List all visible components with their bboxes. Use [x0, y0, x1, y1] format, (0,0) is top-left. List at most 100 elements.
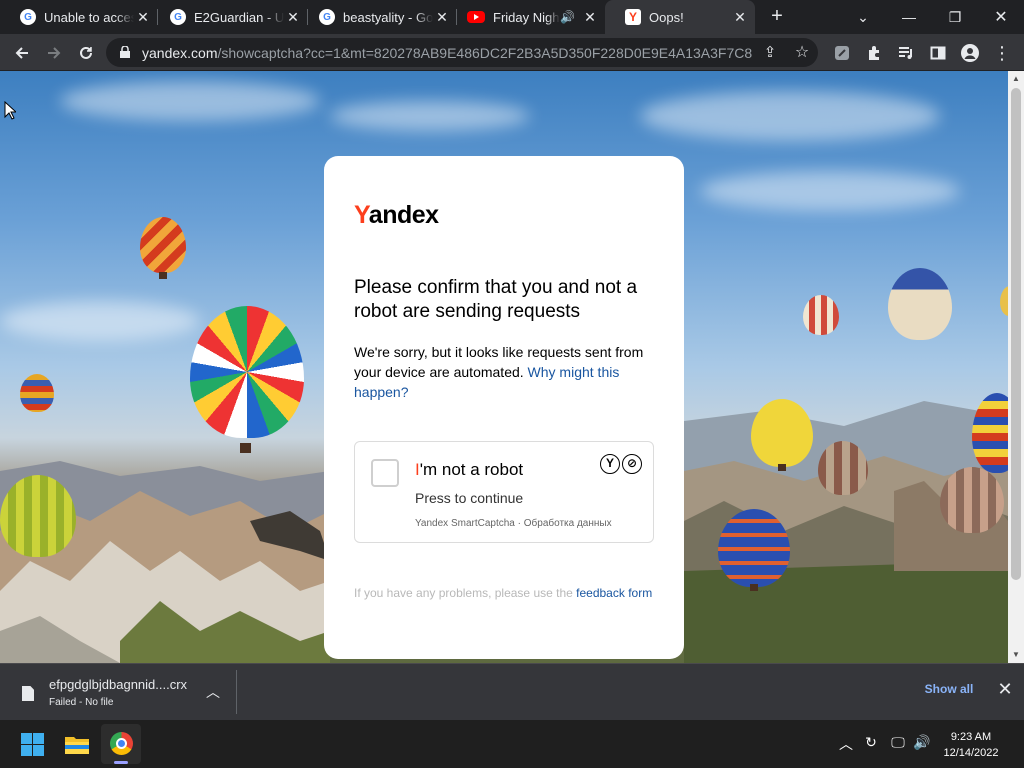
- hot-air-balloon: [940, 467, 1004, 533]
- balloon-basket: [159, 272, 167, 279]
- balloon-basket: [240, 443, 251, 453]
- hot-air-balloon: [190, 306, 304, 438]
- smartcaptcha-widget[interactable]: I'm not a robot Press to continue Yandex…: [354, 441, 654, 543]
- scroll-up-arrow-icon[interactable]: ▲: [1008, 71, 1024, 87]
- puzzle-icon: [869, 46, 879, 60]
- show-all-button[interactable]: Show all: [914, 682, 984, 696]
- extension-badge-icon: [835, 46, 849, 60]
- feedback-form-link[interactable]: feedback form: [576, 586, 652, 600]
- bookmark-star-icon[interactable]: ☆: [788, 38, 816, 66]
- media-control-icon[interactable]: [892, 39, 920, 67]
- cloud: [330, 101, 530, 131]
- hot-air-balloon: [718, 509, 790, 587]
- more-menu-icon[interactable]: ⋮: [988, 39, 1016, 67]
- tab-title: E2Guardian - Ur: [194, 9, 284, 25]
- hot-air-balloon: [818, 441, 868, 495]
- url-domain: yandex.com: [142, 44, 218, 61]
- close-tab-icon[interactable]: ✕: [581, 9, 599, 26]
- close-download-bar-icon[interactable]: ✕: [994, 679, 1016, 700]
- captcha-card: Yandex Please confirm that you and not a…: [324, 156, 684, 659]
- profile-avatar-icon[interactable]: [956, 39, 984, 67]
- clock-date: 12/14/2022: [943, 747, 999, 759]
- hot-air-balloon: [20, 374, 54, 412]
- lock-icon[interactable]: [120, 46, 130, 58]
- not-a-robot-label[interactable]: I'm not a robot: [415, 460, 523, 480]
- tab-search[interactable]: G beastyality - Go ✕: [299, 0, 457, 34]
- google-icon: G: [20, 9, 36, 25]
- balloon-basket: [778, 464, 786, 471]
- download-bar: efpgdglbjdbagnnid....crx Failed - No fil…: [0, 663, 1024, 720]
- cloud: [700, 171, 960, 211]
- not-a-robot-checkbox[interactable]: [371, 459, 399, 487]
- download-status: Failed - No file: [49, 697, 114, 708]
- windows-start-icon[interactable]: [21, 733, 44, 756]
- tab-oops[interactable]: Y Oops! ✕: [605, 0, 755, 34]
- tab-title: Friday Nigh: [493, 9, 560, 25]
- close-window-button[interactable]: ✕: [978, 0, 1024, 34]
- new-tab-button[interactable]: +: [765, 4, 789, 28]
- playlist-icon: [899, 47, 912, 59]
- scrollbar-thumb[interactable]: [1011, 88, 1021, 580]
- scroll-down-arrow-icon[interactable]: ▼: [1008, 647, 1024, 663]
- tab-e2guardian[interactable]: G E2Guardian - Ur ✕: [150, 0, 308, 34]
- side-panel-icon[interactable]: [924, 39, 952, 67]
- share-icon[interactable]: ⇪: [756, 38, 784, 66]
- forward-button[interactable]: [40, 39, 68, 67]
- browser-toolbar: yandex.com/showcaptcha?cc=1&mt=820278AB9…: [0, 34, 1024, 71]
- mouse-cursor-icon: [4, 101, 16, 120]
- network-icon[interactable]: 🖵: [888, 734, 908, 751]
- smartcaptcha-data-processing-link[interactable]: Yandex SmartCaptcha · Обработка данных: [415, 518, 612, 529]
- extensions-puzzle-icon[interactable]: [860, 39, 888, 67]
- tab-strip: G Unable to access ✕ G E2Guardian - Ur ✕…: [0, 0, 1024, 34]
- hot-air-balloon: [888, 268, 952, 340]
- hot-air-balloon: [1000, 286, 1008, 316]
- volume-icon[interactable]: 🔊: [912, 734, 932, 751]
- forward-arrow-icon: [48, 47, 61, 59]
- tab-title: Oops!: [649, 9, 684, 25]
- press-to-continue-label: Press to continue: [415, 490, 524, 506]
- url-text[interactable]: yandex.com/showcaptcha?cc=1&mt=820278AB9…: [142, 45, 752, 61]
- restore-button[interactable]: ❐: [932, 0, 978, 34]
- chrome-taskbar-button[interactable]: [101, 724, 141, 764]
- file-icon: [22, 686, 34, 701]
- google-icon: G: [170, 9, 186, 25]
- extension-tampermonkey-icon[interactable]: [828, 39, 856, 67]
- address-bar[interactable]: yandex.com/showcaptcha?cc=1&mt=820278AB9…: [106, 38, 818, 67]
- chevron-up-icon[interactable]: ︿: [203, 682, 223, 702]
- yandex-logo: Yandex: [354, 201, 439, 230]
- balloon-basket: [750, 584, 758, 591]
- tab-unable-to-access[interactable]: G Unable to access ✕: [0, 0, 158, 34]
- speaker-icon[interactable]: 🔊: [560, 10, 575, 24]
- cloud: [640, 91, 940, 141]
- logo-rest: andex: [368, 201, 439, 229]
- tab-friday-night[interactable]: Friday Nigh 🔊 ✕: [447, 0, 605, 34]
- google-icon: G: [319, 9, 335, 25]
- page-heading: Please confirm that you and not a robot …: [354, 277, 638, 322]
- feedback-text: If you have any problems, please use the…: [354, 584, 654, 602]
- yandex-icon: Y: [625, 9, 641, 25]
- reload-button[interactable]: [72, 39, 100, 67]
- robot-label-rest: 'm not a robot: [419, 460, 524, 479]
- hot-air-balloon: [0, 475, 76, 557]
- slash-circle-icon: ⊘: [622, 454, 642, 474]
- person-icon: [961, 44, 979, 62]
- close-tab-icon[interactable]: ✕: [731, 9, 749, 26]
- download-file-name[interactable]: efpgdglbjdbagnnid....crx: [49, 677, 187, 692]
- file-explorer-icon[interactable]: [64, 733, 90, 755]
- windows-taskbar: ︿ ↻ 🖵 🔊 9:23 AM 12/14/2022: [0, 720, 1024, 768]
- cloud: [60, 81, 320, 121]
- system-clock[interactable]: 9:23 AM 12/14/2022: [935, 729, 1007, 761]
- back-button[interactable]: [8, 39, 36, 67]
- url-path: /showcaptcha?cc=1&mt=820278AB9E486DC2F2B…: [217, 44, 752, 61]
- chevron-up-icon[interactable]: ︿: [836, 734, 856, 754]
- hot-air-balloon: [803, 295, 839, 335]
- hot-air-balloon: [140, 217, 186, 273]
- tab-title: beastyality - Go: [343, 9, 433, 25]
- sync-alert-icon[interactable]: ↻: [861, 734, 881, 751]
- minimize-button[interactable]: —: [886, 0, 932, 34]
- tab-search-icon[interactable]: ⌄: [840, 0, 886, 34]
- reload-icon: [80, 46, 92, 59]
- ya-circle-icon: Y: [600, 454, 620, 474]
- hot-air-balloon: [751, 399, 813, 467]
- back-arrow-icon: [15, 47, 28, 59]
